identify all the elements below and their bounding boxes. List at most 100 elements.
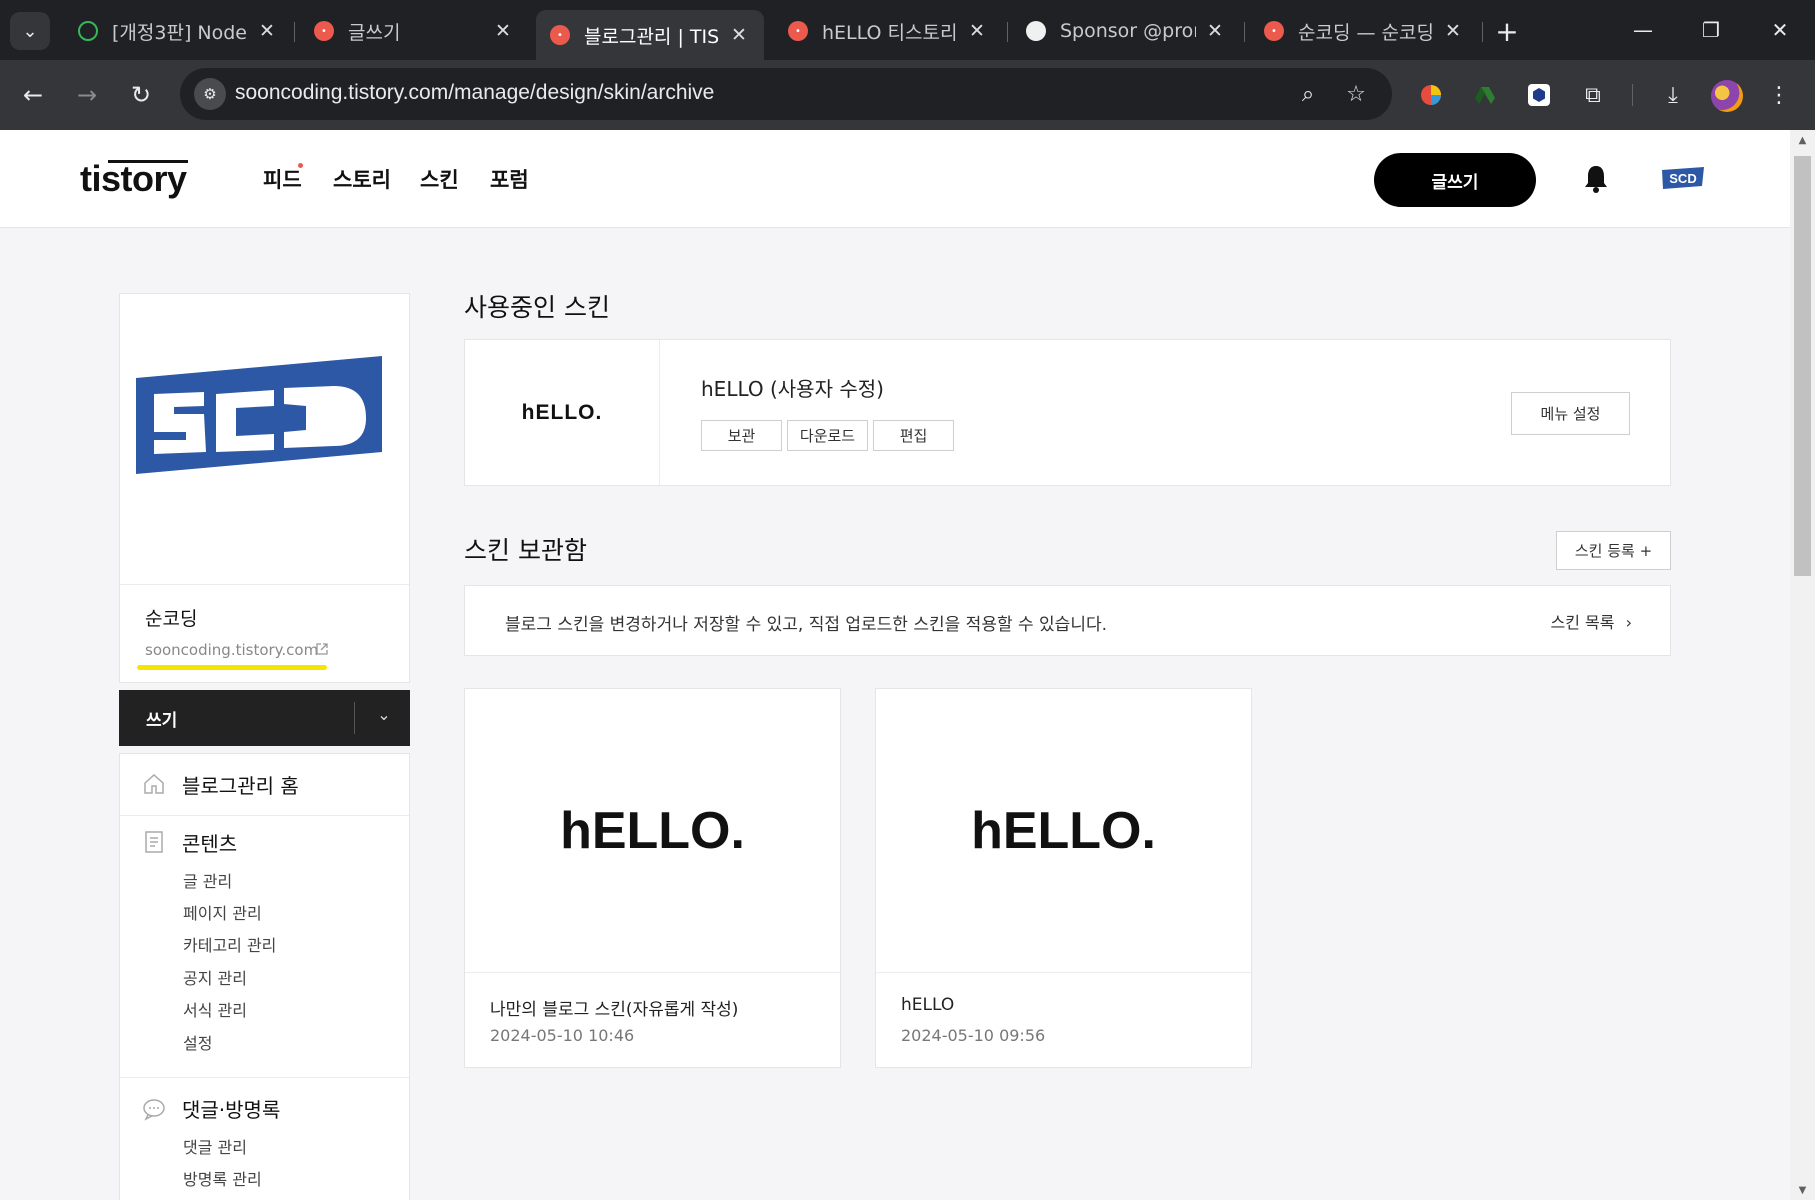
chevron-down-icon[interactable]: ⌄ [364, 705, 404, 724]
document-icon [145, 831, 163, 853]
tab-label: [개정3판] Node. [112, 21, 248, 44]
close-icon[interactable]: ✕ [1204, 20, 1226, 42]
reload-icon[interactable]: ↻ [122, 76, 160, 114]
write-post-button[interactable]: 글쓰기 [1374, 153, 1536, 207]
tab-sooncoding[interactable]: • 순코딩 — 순코딩 ✕ [1250, 10, 1478, 52]
shield-extension-icon[interactable] [1522, 78, 1556, 112]
tab-node[interactable]: [개정3판] Node. ✕ [64, 10, 292, 52]
speech-bubble-icon [143, 1099, 165, 1121]
tistory-icon: • [314, 21, 334, 41]
scroll-up-icon[interactable]: ▲ [1790, 130, 1815, 150]
restore-button[interactable]: ❐ [1683, 12, 1739, 48]
profile-avatar[interactable] [1711, 80, 1743, 112]
tab-label: Sponsor @pron [1060, 20, 1196, 42]
register-skin-button[interactable]: 스킨 등록 + [1556, 531, 1671, 570]
tistory-icon: • [1264, 21, 1284, 41]
current-skin-title: 사용중인 스킨 [464, 293, 610, 322]
blog-logo-image[interactable] [134, 354, 384, 474]
scrollbar-thumb[interactable] [1794, 156, 1811, 576]
tab-write[interactable]: • 글쓰기 ✕ [300, 10, 528, 52]
highlight-underline [137, 665, 327, 670]
nav-story[interactable]: 스토리 [333, 164, 391, 194]
tab-search-button[interactable]: ⌄ [10, 12, 50, 50]
download-icon[interactable]: ⤓ [1656, 78, 1690, 112]
tab-label: 순코딩 — 순코딩 [1298, 21, 1434, 44]
color-extension-icon[interactable] [1414, 78, 1448, 112]
back-icon[interactable]: ← [14, 76, 52, 114]
close-icon[interactable]: ✕ [966, 20, 988, 42]
nav-skin[interactable]: 스킨 [420, 164, 459, 194]
edit-button[interactable]: 편집 [873, 420, 954, 451]
page-content: tistory 피드 스토리 스킨 포럼 글쓰기 SCD 순코딩 sooncod… [0, 130, 1790, 1200]
skin-card[interactable]: hELLO. 나만의 블로그 스킨(자유롭게 작성) 2024-05-10 10… [464, 688, 841, 1068]
forward-icon[interactable]: → [68, 76, 106, 114]
sidebar-item-label: 블로그관리 홈 [182, 774, 299, 798]
sidebar-item-home[interactable]: 블로그관리 홈 [120, 754, 409, 816]
drive-extension-icon[interactable] [1468, 78, 1502, 112]
tab-label: hELLO 티스토리 [822, 21, 958, 44]
tistory-icon: • [788, 21, 808, 41]
skin-card-name: 나만의 블로그 스킨(자유롭게 작성) [490, 1000, 739, 1020]
zoom-icon[interactable]: ⌕ [1294, 80, 1322, 108]
menu-settings-button[interactable]: 메뉴 설정 [1511, 392, 1630, 435]
skin-card-thumbnail[interactable]: hELLO. [876, 689, 1251, 973]
sidebar-item-notices[interactable]: 공지 관리 [183, 965, 247, 989]
tab-label: 블로그관리 | TIS [584, 25, 720, 48]
tab-hello[interactable]: • hELLO 티스토리 ✕ [774, 10, 1002, 52]
close-icon[interactable]: ✕ [728, 24, 750, 46]
site-header: tistory 피드 스토리 스킨 포럼 글쓰기 SCD [0, 130, 1790, 228]
browser-toolbar: ← → ↻ ⚙ sooncoding.tistory.com/manage/de… [0, 60, 1815, 130]
node-icon [78, 21, 98, 41]
nav-forum[interactable]: 포럼 [490, 164, 529, 194]
close-window-button[interactable]: ✕ [1752, 12, 1808, 48]
chevron-right-icon: › [1625, 613, 1632, 632]
svg-text:SCD: SCD [1669, 171, 1696, 186]
skin-info-box: 블로그 스킨을 변경하거나 저장할 수 있고, 직접 업로드한 스킨을 적용할 … [464, 585, 1671, 656]
tab-label: 글쓰기 [348, 21, 401, 44]
user-avatar[interactable]: SCD [1661, 166, 1705, 190]
skin-archive-title: 스킨 보관함 [464, 536, 587, 565]
bell-icon[interactable] [1583, 164, 1609, 194]
blog-profile-card: 순코딩 sooncoding.tistory.com [119, 293, 410, 683]
sidebar-item-comments[interactable]: 댓글 관리 [183, 1134, 247, 1158]
site-settings-icon[interactable]: ⚙ [194, 78, 226, 110]
tab-sponsor[interactable]: Sponsor @pron ✕ [1012, 10, 1240, 52]
blog-name[interactable]: 순코딩 [145, 604, 197, 631]
extensions-puzzle-icon[interactable]: ⧉ [1576, 78, 1610, 112]
close-icon[interactable]: ✕ [256, 20, 278, 42]
sidebar-item-categories[interactable]: 카테고리 관리 [183, 932, 276, 956]
blog-url-link[interactable]: sooncoding.tistory.com [145, 641, 318, 659]
sidebar-item-guestbook[interactable]: 방명록 관리 [183, 1166, 262, 1190]
sidebar-group-comments[interactable]: 댓글·방명록 [182, 1094, 280, 1123]
external-link-icon[interactable] [315, 642, 329, 656]
skin-list-link[interactable]: 스킨 목록 › [1551, 609, 1632, 633]
skin-card-thumbnail[interactable]: hELLO. [465, 689, 840, 973]
write-dropdown-label[interactable]: 쓰기 [146, 706, 177, 731]
archive-button[interactable]: 보관 [701, 420, 782, 451]
sidebar-item-pages[interactable]: 페이지 관리 [183, 900, 262, 924]
skin-card[interactable]: hELLO. hELLO 2024-05-10 09:56 [875, 688, 1252, 1068]
nav-feed[interactable]: 피드 [263, 164, 302, 194]
sidebar-item-templates[interactable]: 서식 관리 [183, 997, 247, 1021]
home-icon [144, 773, 164, 794]
sidebar-group-contents[interactable]: 콘텐츠 [182, 828, 237, 857]
new-tab-button[interactable]: + [1490, 14, 1524, 48]
download-button[interactable]: 다운로드 [787, 420, 868, 451]
minimize-button[interactable]: — [1615, 12, 1671, 48]
write-dropdown[interactable]: 쓰기 ⌄ [119, 690, 410, 746]
close-icon[interactable]: ✕ [1442, 20, 1464, 42]
new-badge-dot [298, 163, 303, 168]
page-scrollbar[interactable]: ▲ ▼ [1790, 130, 1815, 1200]
skin-info-text: 블로그 스킨을 변경하거나 저장할 수 있고, 직접 업로드한 스킨을 적용할 … [505, 615, 1108, 635]
sidebar-item-settings[interactable]: 설정 [183, 1030, 212, 1054]
url-text[interactable]: sooncoding.tistory.com/manage/design/ski… [235, 81, 714, 105]
skin-card-name: hELLO [901, 995, 955, 1015]
bookmark-star-icon[interactable]: ☆ [1342, 80, 1370, 108]
tab-blog-manage[interactable]: • 블로그관리 | TIS ✕ [536, 10, 764, 60]
more-menu-icon[interactable]: ⋮ [1762, 78, 1796, 112]
sidebar-item-posts[interactable]: 글 관리 [183, 868, 232, 892]
address-bar[interactable]: ⚙ sooncoding.tistory.com/manage/design/s… [180, 68, 1392, 120]
close-icon[interactable]: ✕ [492, 20, 514, 42]
tistory-logo[interactable]: tistory [80, 158, 187, 200]
scroll-down-icon[interactable]: ▼ [1790, 1180, 1815, 1200]
